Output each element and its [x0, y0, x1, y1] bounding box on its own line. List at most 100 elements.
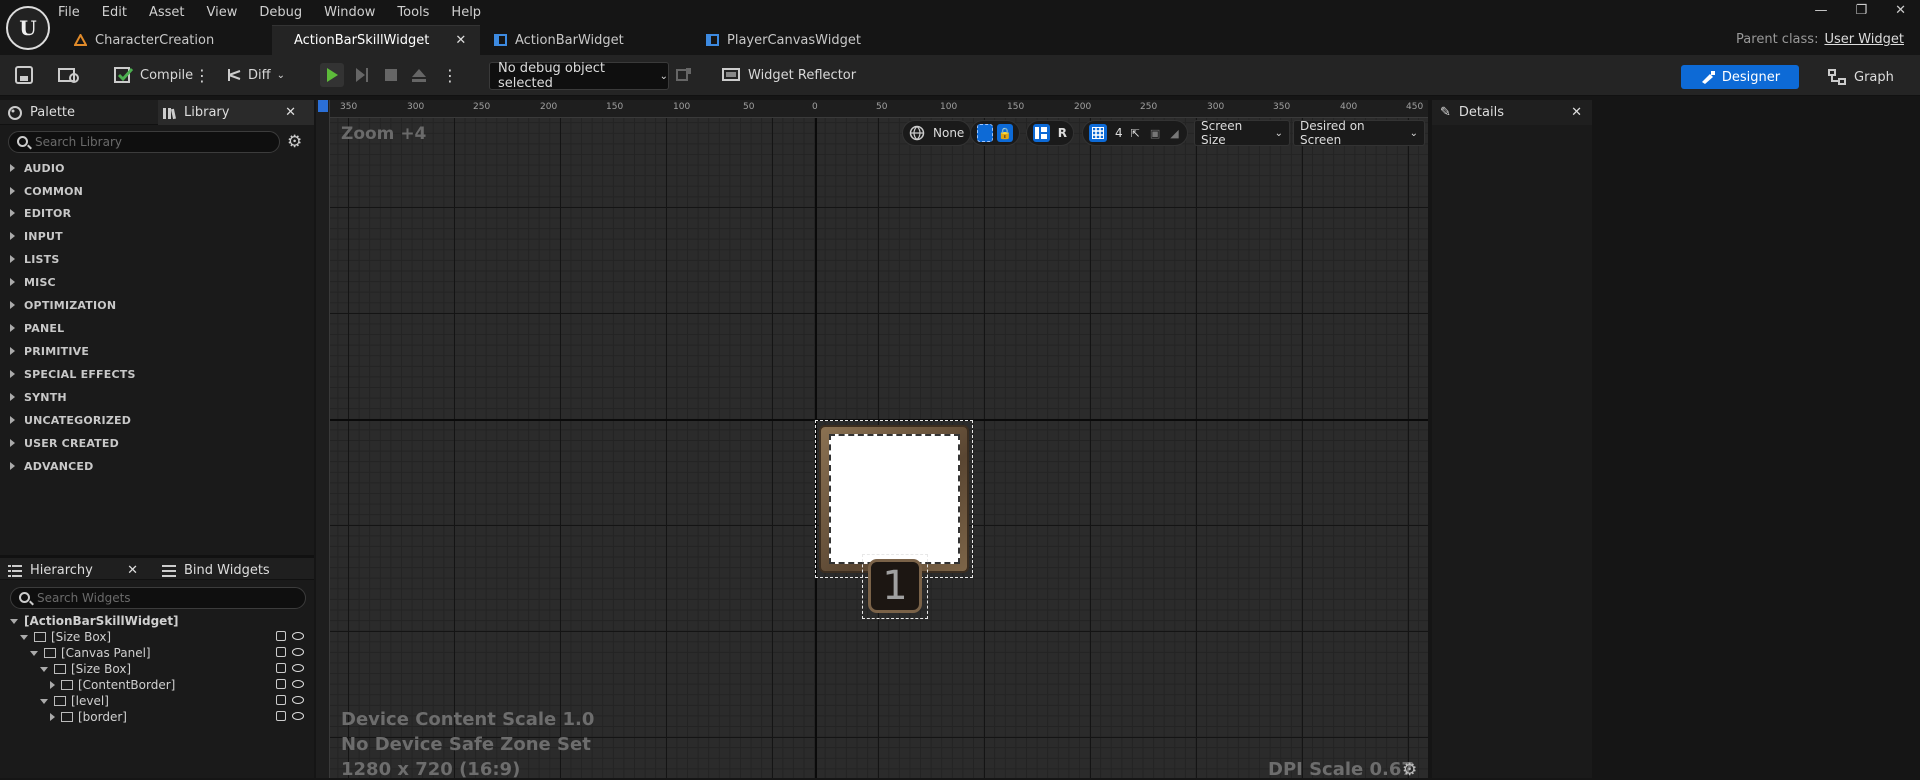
category-label: LISTS	[24, 252, 60, 266]
widget-reflector-button[interactable]: Widget Reflector	[722, 63, 856, 87]
category-common[interactable]: COMMON	[10, 181, 83, 201]
step-button[interactable]	[354, 63, 370, 87]
hierarchy-icon	[8, 564, 22, 577]
r-toggle-label[interactable]: R	[1058, 126, 1067, 140]
lock-icon[interactable]	[276, 679, 286, 689]
compile-options-icon[interactable]: ⋮	[194, 63, 210, 87]
menu-file[interactable]: File	[58, 5, 80, 20]
category-input[interactable]: INPUT	[10, 226, 63, 246]
menu-tools[interactable]: Tools	[397, 5, 429, 20]
document-tabs: CharacterCreation ActionBarSkillWidget ✕…	[60, 25, 892, 55]
tree-node-border[interactable]: [border]	[50, 709, 127, 725]
eye-icon[interactable]	[292, 648, 304, 656]
tree-node-size-box[interactable]: [Size Box]	[20, 629, 111, 645]
eye-icon[interactable]	[292, 712, 304, 720]
minimize-icon[interactable]: —	[1814, 3, 1827, 18]
tab-actionbarskillwidget[interactable]: ActionBarSkillWidget ✕	[272, 25, 480, 55]
category-label: AUDIO	[24, 161, 65, 175]
hierarchy-search-input[interactable]: Search Widgets	[10, 587, 306, 609]
menu-debug[interactable]: Debug	[259, 5, 302, 20]
lock-icon[interactable]	[276, 711, 286, 721]
menu-view[interactable]: View	[207, 5, 238, 20]
diff-button[interactable]: Diff ⌄	[226, 63, 285, 87]
lock-icon[interactable]	[276, 647, 286, 657]
tree-node-size-box-inner[interactable]: [Size Box]	[40, 661, 131, 677]
grid-icon[interactable]	[1089, 124, 1107, 142]
empty-area	[1592, 100, 1920, 778]
widget-blueprint-icon	[706, 34, 719, 46]
category-uncategorized[interactable]: UNCATEGORIZED	[10, 410, 131, 430]
category-audio[interactable]: AUDIO	[10, 158, 65, 178]
unreal-logo-icon[interactable]: U	[6, 6, 50, 50]
tree-node-root[interactable]: [ActionBarSkillWidget]	[10, 613, 179, 629]
graph-mode-button[interactable]: Graph	[1828, 65, 1894, 89]
level-badge[interactable]: 1	[868, 559, 922, 613]
selection-mode-icon[interactable]	[977, 124, 994, 142]
close-window-icon[interactable]: ✕	[1895, 3, 1906, 18]
eye-icon[interactable]	[292, 632, 304, 640]
stop-button[interactable]	[383, 63, 399, 87]
localization-preview-button[interactable]: None	[902, 120, 972, 146]
save-button[interactable]	[14, 63, 34, 87]
respect-locks-toggle[interactable]: 🔒	[970, 120, 1020, 146]
close-panel-icon[interactable]: ✕	[127, 563, 138, 578]
tree-node-label: [Canvas Panel]	[61, 646, 151, 660]
play-button[interactable]	[320, 63, 344, 87]
category-misc[interactable]: MISC	[10, 272, 56, 292]
library-search-input[interactable]: Search Library	[8, 131, 280, 153]
menu-edit[interactable]: Edit	[102, 5, 127, 20]
tree-node-level[interactable]: [level]	[40, 693, 109, 709]
lock-icon[interactable]	[276, 663, 286, 673]
lock-icon[interactable]	[276, 695, 286, 705]
image-icon[interactable]: ▣	[1150, 127, 1160, 140]
category-primitive[interactable]: PRIMITIVE	[10, 341, 89, 361]
eye-icon[interactable]	[292, 664, 304, 672]
debug-filter-icon[interactable]	[676, 63, 692, 87]
play-options-icon[interactable]: ⋮	[442, 63, 458, 87]
category-lists[interactable]: LISTS	[10, 249, 59, 269]
category-panel[interactable]: PANEL	[10, 318, 64, 338]
category-advanced[interactable]: ADVANCED	[10, 456, 93, 476]
category-special-effects[interactable]: SPECIAL EFFECTS	[10, 364, 136, 384]
category-optimization[interactable]: OPTIMIZATION	[10, 295, 116, 315]
eject-button[interactable]	[410, 63, 428, 87]
close-panel-icon[interactable]: ✕	[1571, 105, 1582, 120]
browse-button[interactable]	[58, 63, 80, 87]
close-panel-icon[interactable]: ✕	[285, 105, 296, 120]
tab-palette[interactable]: Palette	[8, 100, 75, 125]
eye-icon[interactable]	[292, 696, 304, 704]
menu-asset[interactable]: Asset	[149, 5, 185, 20]
lock-icon[interactable]	[276, 631, 286, 641]
eye-icon[interactable]	[292, 680, 304, 688]
layout-toggle[interactable]: R	[1026, 120, 1074, 146]
gear-icon[interactable]: ⚙	[287, 132, 302, 152]
grid-snap-value[interactable]: 4	[1115, 126, 1123, 140]
dpi-settings-gear-icon[interactable]: ⚙	[1402, 760, 1417, 780]
tab-charactercreation[interactable]: CharacterCreation	[60, 25, 272, 55]
cursor-icon[interactable]: ⇱	[1131, 127, 1140, 140]
tab-hierarchy[interactable]: Hierarchy ✕	[8, 558, 146, 583]
tree-node-contentborder[interactable]: [ContentBorder]	[50, 677, 175, 693]
skill-icon-slot[interactable]	[829, 434, 960, 564]
tree-node-canvas-panel[interactable]: [Canvas Panel]	[30, 645, 151, 661]
category-editor[interactable]: EDITOR	[10, 203, 71, 223]
tab-actionbarwidget[interactable]: ActionBarWidget	[480, 25, 692, 55]
designer-mode-button[interactable]: Designer	[1681, 65, 1799, 89]
menu-window[interactable]: Window	[324, 5, 375, 20]
category-user-created[interactable]: USER CREATED	[10, 433, 119, 453]
debug-object-dropdown[interactable]: No debug object selected ⌄	[489, 61, 669, 91]
category-synth[interactable]: SYNTH	[10, 387, 67, 407]
screen-size-dropdown[interactable]: Screen Size ⌄	[1194, 119, 1290, 147]
tab-bind-widgets[interactable]: Bind Widgets	[162, 558, 270, 583]
lock-icon[interactable]: 🔒	[997, 124, 1013, 142]
restore-icon[interactable]: ❐	[1855, 3, 1867, 18]
parent-class-link[interactable]: User Widget	[1824, 32, 1904, 47]
tab-library[interactable]: Library ✕	[158, 100, 314, 125]
compile-button[interactable]: Compile	[114, 63, 193, 87]
layout-icon[interactable]	[1033, 124, 1050, 142]
close-tab-icon[interactable]: ✕	[455, 33, 466, 48]
flip-icon[interactable]: ◢	[1170, 127, 1178, 140]
menu-help[interactable]: Help	[451, 5, 481, 20]
fill-mode-dropdown[interactable]: Desired on Screen ⌄	[1293, 119, 1425, 147]
tab-playercanvaswidget[interactable]: PlayerCanvasWidget	[692, 25, 892, 55]
